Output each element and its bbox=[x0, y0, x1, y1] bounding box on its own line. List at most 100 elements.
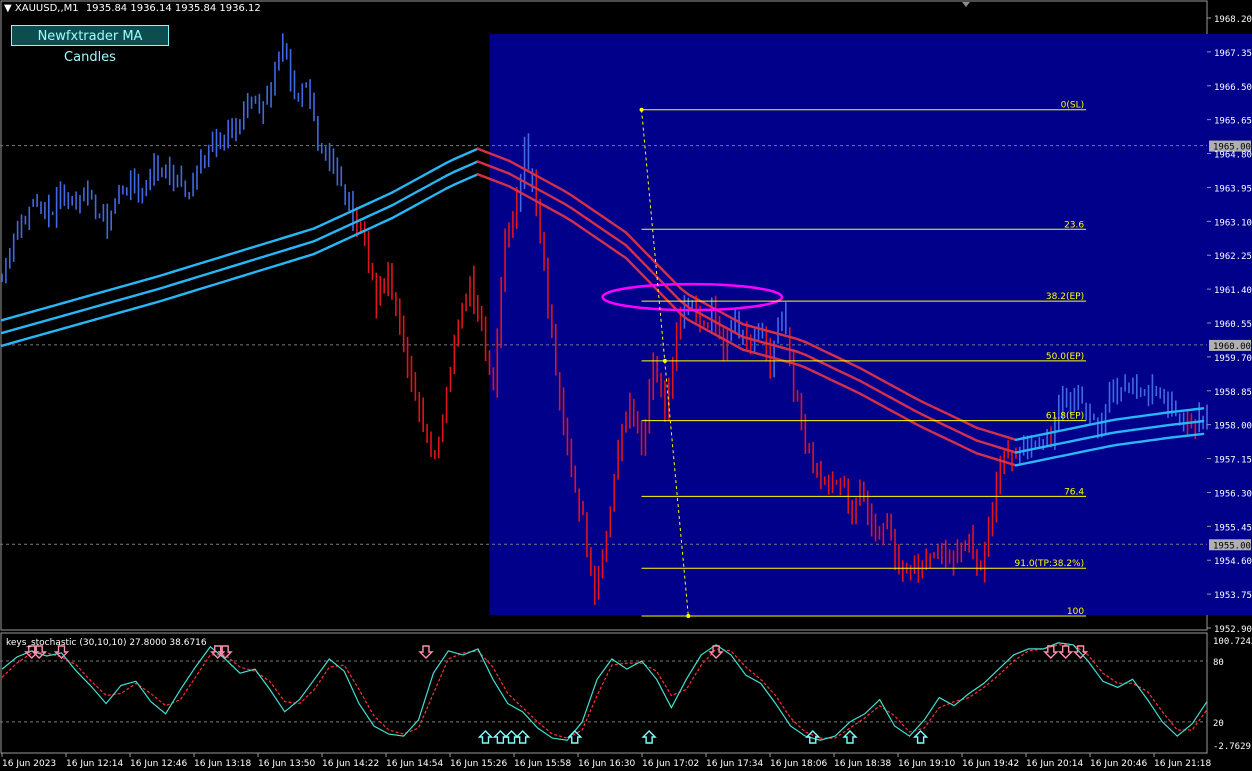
ma-ribbon-segment-1 bbox=[382, 204, 394, 211]
ma-ribbon-segment-1 bbox=[359, 214, 370, 221]
ma-ribbon-segment-0 bbox=[63, 299, 74, 304]
fib-level-label: 38.2(EP) bbox=[1046, 292, 1084, 302]
stoch-k-line bbox=[1, 642, 1208, 741]
ma-ribbon-segment-1 bbox=[39, 318, 50, 324]
ma-ribbon-segment-1 bbox=[63, 312, 74, 317]
ma-ribbon-segment-0 bbox=[460, 150, 472, 157]
y-tick-label: 1957.15 bbox=[1214, 456, 1252, 466]
y-tick-label: 1968.20 bbox=[1214, 15, 1252, 25]
ma-ribbon-segment-1 bbox=[47, 316, 58, 322]
x-tick-label: 16 Jun 21:18 bbox=[1154, 759, 1211, 769]
ma-ribbon-segment-1 bbox=[258, 254, 269, 260]
ma-ribbon-segment-0 bbox=[16, 312, 27, 318]
ma-ribbon-segment-2 bbox=[211, 281, 222, 287]
dropdown-triangle-icon[interactable]: ▼ bbox=[4, 3, 12, 14]
x-tick-label: 16 Jun 20:46 bbox=[1090, 759, 1147, 769]
ma-ribbon-segment-1 bbox=[203, 271, 214, 276]
ma-ribbon-segment-0 bbox=[47, 303, 58, 309]
buy-arrow-icon bbox=[842, 730, 858, 744]
ma-ribbon-segment-1 bbox=[234, 261, 245, 267]
x-tick-label: 16 Jun 18:06 bbox=[770, 759, 827, 769]
ma-ribbon-segment-1 bbox=[24, 322, 35, 328]
y-tick-label: 1967.35 bbox=[1214, 49, 1252, 59]
ma-ribbon-segment-0 bbox=[375, 195, 386, 202]
ma-ribbon-segment-2 bbox=[258, 267, 269, 272]
ma-ribbon-segment-0 bbox=[289, 232, 300, 237]
ma-ribbon-segment-2 bbox=[203, 283, 214, 289]
ma-ribbon-segment-0 bbox=[421, 170, 433, 177]
ma-ribbon-segment-2 bbox=[351, 231, 362, 238]
ma-ribbon-segment-1 bbox=[289, 244, 300, 250]
fib-level-label: 23.6 bbox=[1064, 220, 1084, 230]
ma-ribbon-segment-0 bbox=[180, 265, 191, 271]
ma-ribbon-segment-2 bbox=[468, 173, 479, 179]
ma-ribbon-segment-1 bbox=[102, 301, 113, 306]
y-tick-label: 1960.55 bbox=[1214, 320, 1252, 330]
ma-ribbon-segment-2 bbox=[70, 322, 82, 328]
ma-ribbon-segment-1 bbox=[320, 232, 331, 239]
ma-ribbon-segment-2 bbox=[164, 295, 175, 301]
ma-ribbon-segment-1 bbox=[226, 263, 238, 269]
ma-ribbon-segment-2 bbox=[460, 176, 472, 183]
ma-ribbon-segment-2 bbox=[187, 288, 199, 294]
ma-ribbon-segment-0 bbox=[86, 292, 97, 298]
y-tick-label: 1955.45 bbox=[1214, 523, 1252, 533]
ma-ribbon-segment-2 bbox=[8, 340, 19, 345]
x-tick-label: 16 Jun 15:58 bbox=[514, 759, 571, 769]
ma-ribbon-segment-0 bbox=[258, 241, 269, 247]
y-tick-label: 1964.80 bbox=[1214, 151, 1252, 161]
ma-ribbon-segment-1 bbox=[31, 320, 43, 326]
ma-ribbon-segment-0 bbox=[125, 281, 136, 287]
ma-ribbon-segment-0 bbox=[117, 283, 128, 289]
y-tick-label: 1961.40 bbox=[1214, 286, 1252, 296]
ma-ribbon-segment-0 bbox=[281, 234, 292, 240]
ma-ribbon-segment-1 bbox=[265, 252, 277, 257]
scroll-marker-icon[interactable] bbox=[962, 2, 970, 7]
ma-ribbon-segment-1 bbox=[281, 247, 292, 253]
ma-ribbon-segment-0 bbox=[1194, 407, 1205, 411]
ma-ribbon-segment-0 bbox=[273, 236, 284, 242]
ma-ribbon-segment-0 bbox=[172, 267, 183, 273]
ma-ribbon-segment-2 bbox=[250, 269, 261, 275]
ma-ribbon-segment-2 bbox=[414, 199, 425, 207]
buy-arrow-icon bbox=[514, 730, 531, 744]
ma-ribbon-segment-2 bbox=[102, 313, 113, 319]
trading-chart[interactable]: 0(SL) 23.6 38.2(EP) 50.0(EP) 61.8(EP) 76.4 91.… bbox=[0, 0, 1252, 771]
y-tick-label: 1952.90 bbox=[1214, 625, 1252, 635]
ma-ribbon-segment-0 bbox=[164, 270, 175, 276]
ma-ribbon-segment-2 bbox=[390, 212, 401, 220]
ma-ribbon-segment-0 bbox=[476, 147, 487, 153]
ma-ribbon-segment-2 bbox=[47, 329, 58, 334]
ma-ribbon-segment-1 bbox=[219, 266, 230, 272]
fib-level-label: 91.0(TP:38.2%) bbox=[1015, 559, 1085, 569]
ma-ribbon-segment-0 bbox=[250, 244, 261, 249]
ma-ribbon-segment-2 bbox=[304, 252, 316, 258]
ma-ribbon-segment-2 bbox=[421, 195, 433, 203]
ma-ribbon-segment-1 bbox=[414, 187, 425, 194]
ma-ribbon-segment-2 bbox=[234, 274, 245, 280]
ma-ribbon-segment-0 bbox=[336, 212, 347, 219]
ma-ribbon-segment-0 bbox=[242, 246, 253, 252]
stoch-tick-label: 20 bbox=[1213, 719, 1224, 729]
ma-ribbon-segment-0 bbox=[109, 286, 121, 291]
ma-ribbon-segment-2 bbox=[55, 326, 66, 332]
ma-ribbon-segment-1 bbox=[164, 283, 175, 288]
ma-ribbon-segment-1 bbox=[445, 170, 456, 177]
ma-ribbon-segment-2 bbox=[289, 257, 300, 263]
ma-ribbon-segment-1 bbox=[0, 329, 11, 335]
ma-ribbon-segment-2 bbox=[265, 264, 277, 270]
symbol-bar[interactable]: ▼ XAUUSD,,M1 1935.84 1936.14 1935.84 193… bbox=[4, 3, 261, 14]
fib-anchor-mid[interactable] bbox=[662, 358, 667, 363]
indicator-panel-frame bbox=[0, 632, 1208, 754]
x-tick-label: 16 Jun 20:14 bbox=[1026, 759, 1083, 769]
ma-candles-button[interactable]: Newfxtrader MA Candles bbox=[11, 25, 169, 65]
ma-ribbon-segment-0 bbox=[203, 258, 214, 264]
ma-ribbon-segment-1 bbox=[460, 163, 472, 170]
ma-ribbon-segment-1 bbox=[328, 229, 339, 236]
fib-anchor-high[interactable] bbox=[639, 107, 644, 112]
fib-anchor-low[interactable] bbox=[686, 614, 691, 619]
ma-ribbon-segment-0 bbox=[437, 161, 448, 169]
ma-ribbon-segment-1 bbox=[86, 305, 97, 311]
stoch-d-line bbox=[1, 644, 1208, 739]
ma-ribbon-segment-2 bbox=[180, 291, 191, 296]
